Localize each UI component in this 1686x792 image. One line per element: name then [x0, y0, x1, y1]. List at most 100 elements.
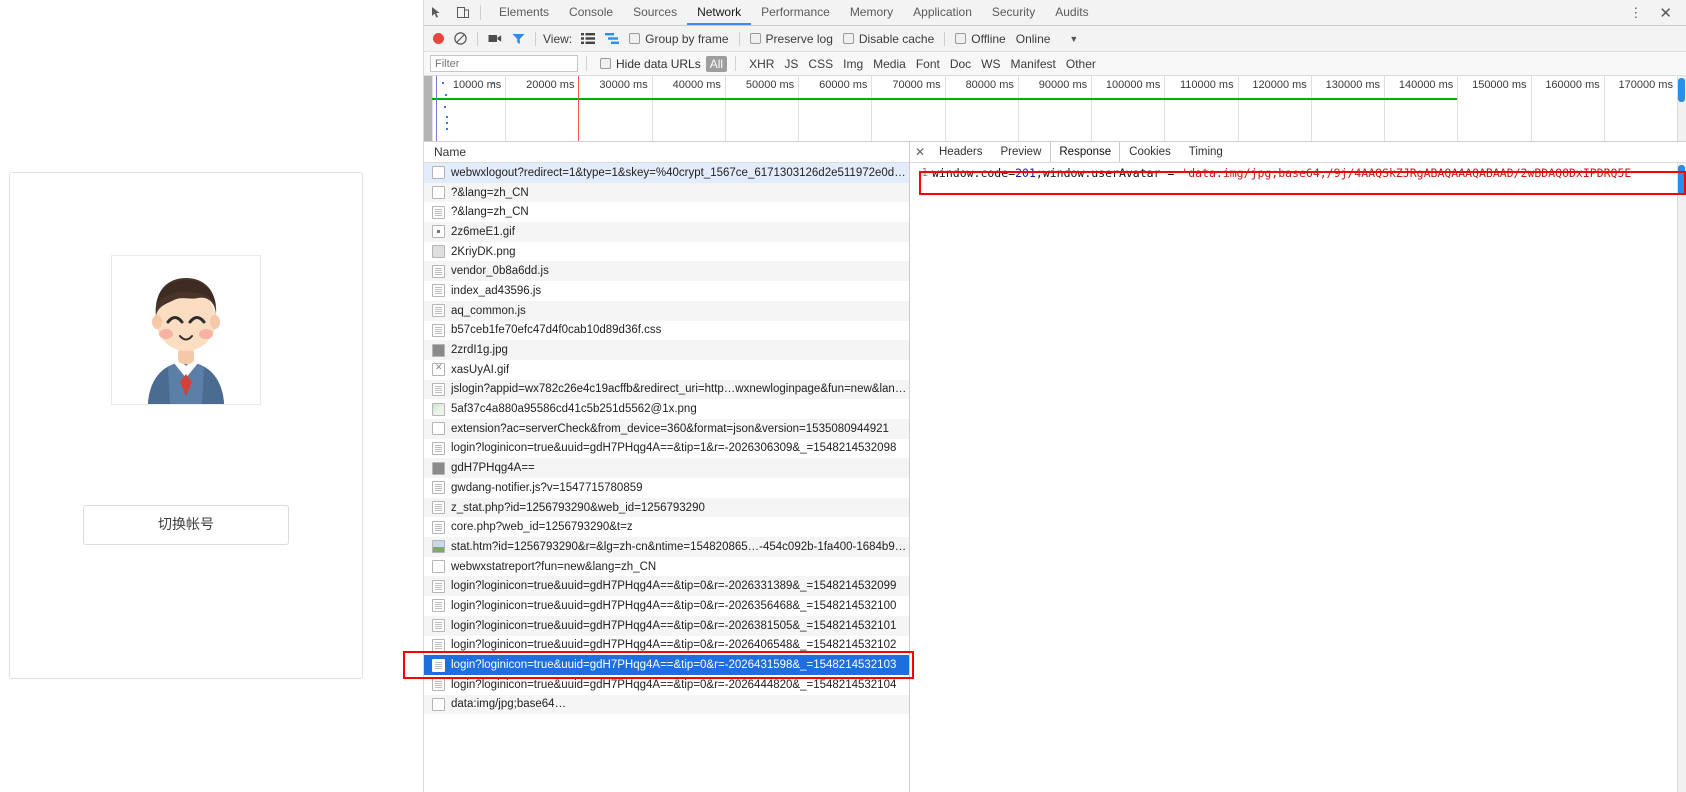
- cartoon-boy-avatar: [112, 256, 260, 404]
- table-row[interactable]: 5af37c4a880a95586cd41c5b251d5562@1x.png: [424, 399, 909, 419]
- tab-console[interactable]: Console: [559, 0, 623, 25]
- timeline-gutter: [424, 76, 432, 141]
- filter-type-xhr[interactable]: XHR: [744, 57, 779, 71]
- table-row[interactable]: stat.htm?id=1256793290&r=&lg=zh-cn&ntime…: [424, 537, 909, 557]
- switch-account-button[interactable]: 切换帐号: [83, 505, 289, 545]
- table-row[interactable]: extension?ac=serverCheck&from_device=360…: [424, 418, 909, 439]
- blank-icon: [432, 186, 445, 200]
- table-row[interactable]: data:img/jpg;base64…: [424, 694, 909, 715]
- filter-type-font[interactable]: Font: [911, 57, 945, 71]
- dom-content-loaded-marker: [436, 76, 438, 141]
- table-row[interactable]: b57ceb1fe70efc47d4f0cab10d89d36f.css: [424, 321, 909, 341]
- list-view-icon[interactable]: [576, 33, 600, 44]
- filter-icon[interactable]: [507, 33, 530, 45]
- table-row[interactable]: ?&lang=zh_CN: [424, 202, 909, 222]
- offline-checkbox[interactable]: Offline: [950, 32, 1010, 46]
- filter-type-all[interactable]: All: [705, 55, 728, 72]
- table-row[interactable]: xasUyAI.gif: [424, 360, 909, 380]
- tab-sources[interactable]: Sources: [623, 0, 687, 25]
- disable-cache-label: Disable cache: [858, 31, 935, 46]
- tab-timing[interactable]: Timing: [1180, 142, 1232, 162]
- response-body-view[interactable]: 1 window.code=201;window.userAvatar = 'd…: [910, 163, 1686, 792]
- table-row[interactable]: 2zrdI1g.jpg: [424, 340, 909, 360]
- doc-icon: [432, 501, 445, 515]
- table-row[interactable]: core.php?web_id=1256793290&t=z: [424, 517, 909, 537]
- table-row[interactable]: z_stat.php?id=1256793290&web_id=12567932…: [424, 497, 909, 518]
- request-name: login?loginicon=true&uuid=gdH7PHqg4A==&t…: [451, 599, 897, 612]
- table-row[interactable]: 2z6meE1.gif: [424, 222, 909, 242]
- tab-headers[interactable]: Headers: [930, 142, 991, 162]
- table-row[interactable]: login?loginicon=true&uuid=gdH7PHqg4A==&t…: [424, 655, 909, 675]
- filter-type-media[interactable]: Media: [868, 57, 911, 71]
- scrollbar-thumb[interactable]: [1678, 78, 1685, 102]
- throttling-select[interactable]: Online: [1011, 32, 1056, 46]
- table-row[interactable]: aq_common.js: [424, 300, 909, 321]
- camera-icon[interactable]: [483, 33, 507, 44]
- filter-type-doc[interactable]: Doc: [945, 57, 976, 71]
- close-icon[interactable]: ✕: [910, 142, 930, 162]
- tab-performance[interactable]: Performance: [751, 0, 840, 25]
- inspect-element-icon[interactable]: [424, 0, 450, 25]
- tab-audits[interactable]: Audits: [1045, 0, 1098, 25]
- filter-type-ws[interactable]: WS: [976, 57, 1005, 71]
- timeline-tick-label: 160000 ms: [1545, 79, 1600, 91]
- timeline-tick-label: 120000 ms: [1252, 79, 1307, 91]
- code-middle: ;window.userAvatar =: [1035, 166, 1182, 180]
- waterfall-view-icon[interactable]: [600, 33, 624, 44]
- table-row[interactable]: login?loginicon=true&uuid=gdH7PHqg4A==&t…: [424, 439, 909, 459]
- table-row[interactable]: vendor_0b8a6dd.js: [424, 261, 909, 282]
- tab-security[interactable]: Security: [982, 0, 1045, 25]
- timeline-tick: 120000 ms: [1237, 76, 1311, 141]
- network-overview-timeline[interactable]: 10000 ms 20000 ms 30000 ms 40000 ms 50000 ms…: [424, 76, 1686, 142]
- filter-type-js[interactable]: JS: [779, 57, 803, 71]
- tab-application[interactable]: Application: [903, 0, 982, 25]
- request-name: core.php?web_id=1256793290&t=z: [451, 521, 633, 534]
- tab-preview[interactable]: Preview: [991, 142, 1050, 162]
- filter-type-other[interactable]: Other: [1061, 57, 1101, 71]
- filter-type-img[interactable]: Img: [838, 57, 868, 71]
- filter-type-manifest[interactable]: Manifest: [1006, 57, 1061, 71]
- hide-data-urls-checkbox[interactable]: Hide data URLs: [595, 57, 706, 71]
- table-row[interactable]: jslogin?appid=wx782c26e4c19acffb&redirec…: [424, 379, 909, 400]
- group-by-frame-checkbox[interactable]: Group by frame: [624, 32, 733, 46]
- code-string-value: 'data:img/jpg;base64,/9j/4AAQSkZJRgABAQA…: [1181, 166, 1632, 180]
- clear-button[interactable]: [449, 32, 472, 45]
- table-row[interactable]: index_ad43596.js: [424, 281, 909, 301]
- table-row[interactable]: gwdang-notifier.js?v=1547715780859: [424, 478, 909, 498]
- timeline-tick: 170000 ms: [1603, 76, 1677, 141]
- record-button[interactable]: [428, 33, 449, 44]
- tab-cookies[interactable]: Cookies: [1120, 142, 1180, 162]
- table-row[interactable]: webwxstatreport?fun=new&lang=zh_CN: [424, 557, 909, 577]
- request-list: Name webwxlogout?redirect=1&type=1&skey=…: [424, 142, 910, 792]
- table-row[interactable]: login?loginicon=true&uuid=gdH7PHqg4A==&t…: [424, 596, 909, 616]
- preserve-log-checkbox[interactable]: Preserve log: [745, 32, 838, 46]
- tab-elements[interactable]: Elements: [489, 0, 559, 25]
- scrollbar-thumb[interactable]: [1678, 165, 1685, 195]
- detail-scrollbar[interactable]: [1677, 163, 1686, 792]
- table-row[interactable]: webwxlogout?redirect=1&type=1&skey=%40cr…: [424, 163, 909, 183]
- img-icon: [432, 245, 445, 259]
- device-toolbar-icon[interactable]: [450, 0, 476, 25]
- table-row[interactable]: login?loginicon=true&uuid=gdH7PHqg4A==&t…: [424, 636, 909, 656]
- more-options-icon[interactable]: ⋮: [1621, 5, 1651, 21]
- table-row[interactable]: login?loginicon=true&uuid=gdH7PHqg4A==&t…: [424, 576, 909, 597]
- table-row[interactable]: login?loginicon=true&uuid=gdH7PHqg4A==&t…: [424, 675, 909, 695]
- throttling-value: Online: [1015, 31, 1051, 46]
- tab-response[interactable]: Response: [1050, 142, 1121, 162]
- disable-cache-checkbox[interactable]: Disable cache: [838, 32, 939, 46]
- overview-scrollbar[interactable]: [1677, 76, 1686, 141]
- search-input[interactable]: [430, 55, 578, 72]
- table-row[interactable]: ?&lang=zh_CN: [424, 182, 909, 203]
- column-header-name[interactable]: Name: [424, 142, 909, 163]
- table-row[interactable]: gdH7PHqg4A==: [424, 458, 909, 478]
- filter-type-css[interactable]: CSS: [803, 57, 838, 71]
- doc-icon: [432, 599, 445, 613]
- close-icon[interactable]: ✕: [1651, 4, 1680, 22]
- table-row[interactable]: 2KriyDK.png: [424, 242, 909, 262]
- tab-memory[interactable]: Memory: [840, 0, 903, 25]
- preserve-log-label: Preserve log: [765, 31, 833, 46]
- chevron-down-icon[interactable]: ▼: [1055, 34, 1078, 44]
- tab-network[interactable]: Network: [687, 0, 752, 25]
- doc-icon: [432, 323, 445, 337]
- table-row[interactable]: login?loginicon=true&uuid=gdH7PHqg4A==&t…: [424, 615, 909, 636]
